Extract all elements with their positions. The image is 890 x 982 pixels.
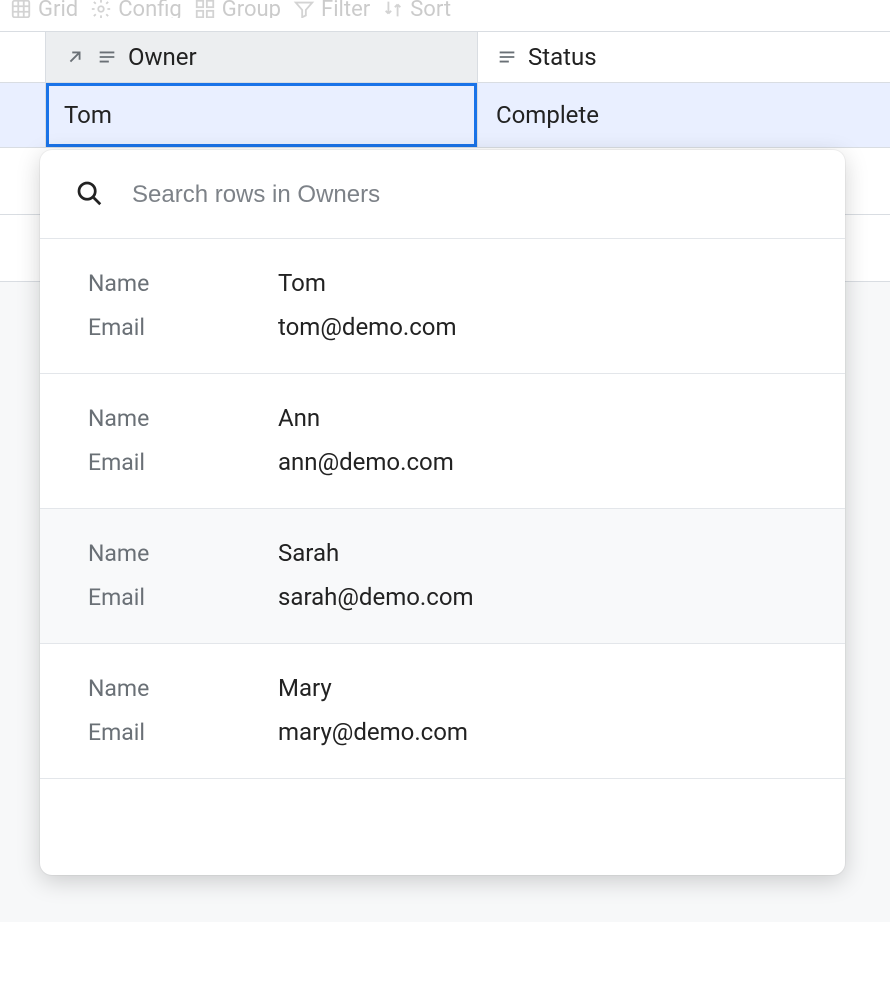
column-header-row: Owner Status xyxy=(0,31,890,83)
toolbar-config[interactable]: Config xyxy=(90,0,182,18)
field-value-email: tom@demo.com xyxy=(278,313,457,341)
toolbar-group-label: Group xyxy=(222,0,281,18)
view-toolbar: Grid Config Group Filter Sort xyxy=(0,0,890,18)
lookup-option[interactable]: NameMaryEmailmary@demo.com xyxy=(40,644,845,779)
field-label-name: Name xyxy=(88,405,278,432)
column-header-owner[interactable]: Owner xyxy=(46,32,478,82)
field-label-email: Email xyxy=(88,719,278,746)
toolbar-sort-label: Sort xyxy=(410,0,451,18)
toolbar-group[interactable]: Group xyxy=(194,0,281,18)
toolbar-filter-label: Filter xyxy=(321,0,370,18)
field-label-name: Name xyxy=(88,270,278,297)
lines-icon xyxy=(96,46,118,68)
dropdown-search xyxy=(40,150,845,239)
link-icon xyxy=(64,46,86,68)
row-handle[interactable] xyxy=(0,83,46,147)
cell-owner[interactable]: Tom xyxy=(46,83,478,147)
toolbar-grid-label: Grid xyxy=(38,0,78,18)
lines-icon xyxy=(496,46,518,68)
toolbar-grid[interactable]: Grid xyxy=(10,0,78,18)
field-value-name: Ann xyxy=(278,404,320,432)
field-value-name: Sarah xyxy=(278,539,339,567)
table-row[interactable]: Tom Complete xyxy=(0,83,890,148)
field-value-email: sarah@demo.com xyxy=(278,583,474,611)
cell-status-value: Complete xyxy=(496,101,599,129)
search-input[interactable] xyxy=(132,181,811,209)
toolbar-sort[interactable]: Sort xyxy=(382,0,451,18)
column-header-owner-label: Owner xyxy=(128,43,197,71)
dropdown-footer xyxy=(40,779,845,875)
lookup-option[interactable]: NameAnnEmailann@demo.com xyxy=(40,374,845,509)
toolbar-config-label: Config xyxy=(118,0,182,18)
field-value-email: mary@demo.com xyxy=(278,718,468,746)
field-value-name: Mary xyxy=(278,674,332,702)
row-number-header xyxy=(0,32,46,82)
field-value-email: ann@demo.com xyxy=(278,448,454,476)
field-label-name: Name xyxy=(88,540,278,567)
lookup-option[interactable]: NameTomEmailtom@demo.com xyxy=(40,239,845,374)
column-header-status[interactable]: Status xyxy=(478,32,890,82)
field-label-email: Email xyxy=(88,314,278,341)
cell-owner-value: Tom xyxy=(64,101,112,129)
lookup-dropdown: NameTomEmailtom@demo.comNameAnnEmailann@… xyxy=(40,150,845,875)
toolbar-filter[interactable]: Filter xyxy=(293,0,370,18)
field-label-name: Name xyxy=(88,675,278,702)
cell-status[interactable]: Complete xyxy=(478,83,890,147)
lookup-option[interactable]: NameSarahEmailsarah@demo.com xyxy=(40,509,845,644)
field-label-email: Email xyxy=(88,449,278,476)
field-value-name: Tom xyxy=(278,269,326,297)
field-label-email: Email xyxy=(88,584,278,611)
column-header-status-label: Status xyxy=(528,43,597,71)
search-icon xyxy=(74,178,104,212)
